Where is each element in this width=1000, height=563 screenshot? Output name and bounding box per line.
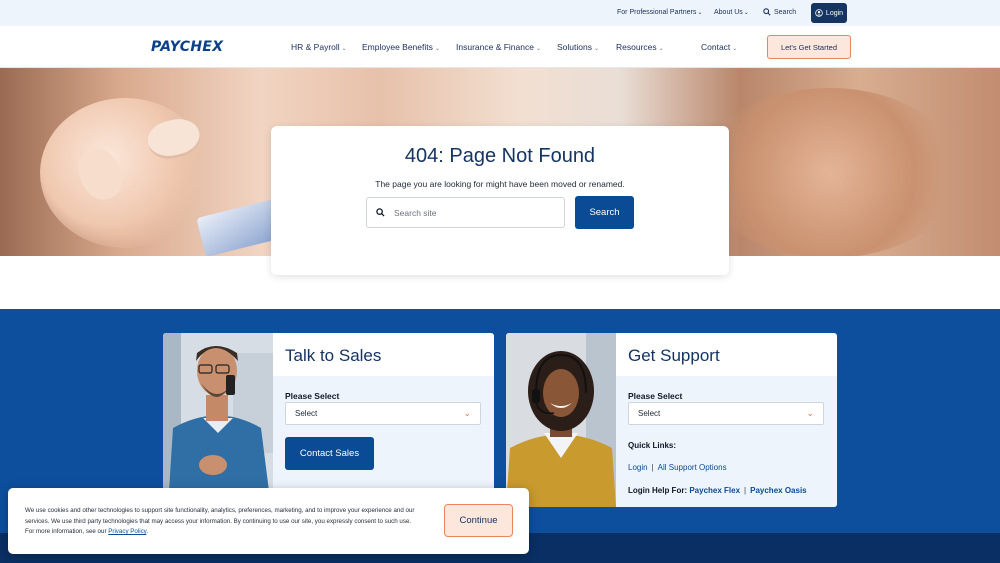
professional-partners-link[interactable]: For Professional Partners⌄ (617, 9, 702, 16)
privacy-policy-link[interactable]: Privacy Policy (108, 528, 146, 535)
support-select-label: Please Select (628, 391, 683, 401)
chevron-down-icon: ⌄ (732, 46, 738, 52)
quick-link-login[interactable]: Login (628, 463, 648, 472)
chevron-down-icon: ⌄ (697, 10, 703, 16)
nav-item-label: Employee Benefits (362, 42, 433, 52)
site-search-box[interactable] (366, 197, 565, 228)
sales-select-label: Please Select (285, 391, 340, 401)
support-panel-body: Please Select Select ⌄ Quick Links: Logi… (616, 376, 837, 507)
nav-item-employee-benefits[interactable]: Employee Benefits ⌄ (362, 42, 440, 52)
nav-item-label: Contact (701, 42, 731, 52)
contact-sales-button[interactable]: Contact Sales (285, 437, 374, 470)
cookie-text: We use cookies and other technologies to… (25, 507, 415, 535)
utility-search-link[interactable]: Search (763, 8, 796, 16)
chevron-down-icon: ⌄ (806, 408, 814, 418)
login-help-row: Login Help For: Paychex Flex | Paychex Oas… (628, 486, 807, 495)
page-title: 404: Page Not Found (404, 145, 596, 167)
sales-person-photo (163, 333, 273, 507)
cookie-message: We use cookies and other technologies to… (25, 507, 415, 535)
chevron-down-icon: ⌄ (463, 408, 471, 418)
support-select-value: Select (638, 409, 661, 418)
support-person-photo (506, 333, 616, 507)
nav-item-insurance-finance[interactable]: Insurance & Finance ⌄ (456, 42, 541, 52)
nav-item-label: Insurance & Finance (456, 42, 534, 52)
sales-select-dropdown[interactable]: Select ⌄ (285, 402, 481, 425)
sales-panel-title: Talk to Sales (285, 346, 382, 365)
about-us-link[interactable]: About Us⌄ (714, 9, 749, 16)
main-nav: PAYCHEX HR & Payroll ⌄ Employee Benefits ⌄… (0, 26, 1000, 68)
chevron-down-icon: ⌄ (434, 46, 440, 52)
link-separator: | (744, 486, 747, 495)
support-panel-title: Get Support (628, 346, 720, 365)
login-help-paychex-oasis[interactable]: Paychex Oasis (750, 486, 806, 495)
search-icon (376, 208, 385, 217)
chevron-down-icon: ⌄ (743, 10, 749, 16)
utility-bar: For Professional Partners⌄ About Us⌄ Sea… (0, 0, 1000, 26)
support-panel: Get Support Please Select Select ⌄ Quick… (506, 333, 837, 507)
hero-hand-shape (700, 88, 960, 256)
cookie-banner: We use cookies and other technologies to… (8, 488, 529, 554)
chevron-down-icon: ⌄ (341, 46, 347, 52)
quick-links-title: Quick Links: (628, 441, 677, 450)
lets-get-started-button[interactable]: Let's Get Started (767, 35, 851, 59)
support-select-dropdown[interactable]: Select ⌄ (628, 402, 824, 425)
error-card: 404: Page Not Found The page you are loo… (271, 126, 729, 275)
chevron-down-icon: ⌄ (535, 46, 541, 52)
chevron-down-icon: ⌄ (658, 46, 664, 52)
professional-partners-label: For Professional Partners (617, 9, 697, 16)
sales-panel: Talk to Sales Please Select Select ⌄ Con… (163, 333, 494, 507)
nav-item-label: Resources (616, 42, 657, 52)
login-button[interactable]: Login (811, 3, 847, 23)
nav-item-resources[interactable]: Resources ⌄ (616, 42, 664, 52)
search-icon (763, 8, 771, 16)
nav-item-label: Solutions (557, 42, 592, 52)
login-help-label: Login Help For: (628, 486, 688, 495)
sales-select-value: Select (295, 409, 318, 418)
login-help-paychex-flex[interactable]: Paychex Flex (689, 486, 740, 495)
nav-item-solutions[interactable]: Solutions ⌄ (557, 42, 599, 52)
error-message: The page you are looking for might have … (375, 179, 625, 189)
nav-item-contact[interactable]: Contact ⌄ (701, 42, 737, 52)
search-button[interactable]: Search (575, 196, 634, 229)
nav-item-hr-payroll[interactable]: HR & Payroll ⌄ (291, 42, 347, 52)
site-search-input[interactable] (394, 207, 554, 218)
nav-item-label: HR & Payroll (291, 42, 340, 52)
login-label: Login (825, 9, 844, 17)
quick-link-all-support[interactable]: All Support Options (658, 463, 727, 472)
chevron-down-icon: ⌄ (593, 46, 599, 52)
about-us-label: About Us (714, 9, 743, 16)
link-separator: | (651, 463, 654, 472)
quick-links-row: Login | All Support Options (628, 463, 727, 472)
paychex-logo[interactable]: PAYCHEX (151, 39, 223, 55)
user-icon (815, 9, 823, 17)
utility-search-label: Search (774, 8, 797, 16)
continue-button[interactable]: Continue (444, 504, 513, 537)
